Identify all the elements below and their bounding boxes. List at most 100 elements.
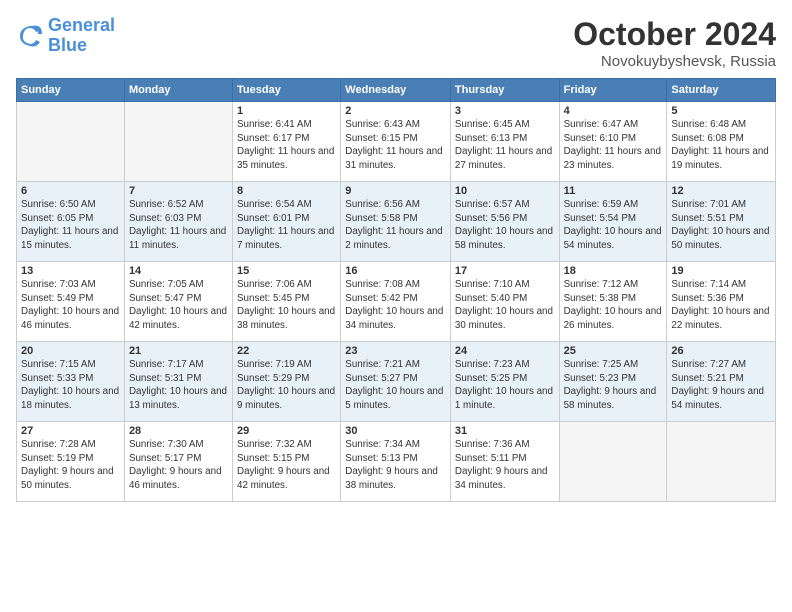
table-row: 20Sunrise: 7:15 AM Sunset: 5:33 PM Dayli… <box>17 342 125 422</box>
table-row: 13Sunrise: 7:03 AM Sunset: 5:49 PM Dayli… <box>17 262 125 342</box>
day-info: Sunrise: 6:54 AM Sunset: 6:01 PM Dayligh… <box>237 198 336 253</box>
calendar-week-row: 27Sunrise: 7:28 AM Sunset: 5:19 PM Dayli… <box>17 422 776 502</box>
col-monday: Monday <box>124 79 232 102</box>
table-row: 24Sunrise: 7:23 AM Sunset: 5:25 PM Dayli… <box>450 342 559 422</box>
col-saturday: Saturday <box>667 79 776 102</box>
calendar-week-row: 13Sunrise: 7:03 AM Sunset: 5:49 PM Dayli… <box>17 262 776 342</box>
day-info: Sunrise: 6:57 AM Sunset: 5:56 PM Dayligh… <box>455 198 555 253</box>
location: Novokuybyshevsk, Russia <box>573 53 776 70</box>
day-number: 1 <box>237 105 336 117</box>
month-title: October 2024 <box>573 16 776 53</box>
table-row: 9Sunrise: 6:56 AM Sunset: 5:58 PM Daylig… <box>341 182 451 262</box>
table-row: 22Sunrise: 7:19 AM Sunset: 5:29 PM Dayli… <box>233 342 341 422</box>
col-tuesday: Tuesday <box>233 79 341 102</box>
day-info: Sunrise: 7:06 AM Sunset: 5:45 PM Dayligh… <box>237 278 336 333</box>
day-info: Sunrise: 7:23 AM Sunset: 5:25 PM Dayligh… <box>455 358 555 413</box>
table-row: 17Sunrise: 7:10 AM Sunset: 5:40 PM Dayli… <box>450 262 559 342</box>
table-row: 5Sunrise: 6:48 AM Sunset: 6:08 PM Daylig… <box>667 102 776 182</box>
day-info: Sunrise: 6:50 AM Sunset: 6:05 PM Dayligh… <box>21 198 120 253</box>
table-row: 16Sunrise: 7:08 AM Sunset: 5:42 PM Dayli… <box>341 262 451 342</box>
table-row: 27Sunrise: 7:28 AM Sunset: 5:19 PM Dayli… <box>17 422 125 502</box>
day-info: Sunrise: 6:45 AM Sunset: 6:13 PM Dayligh… <box>455 118 555 173</box>
logo: General Blue <box>16 16 115 56</box>
table-row: 26Sunrise: 7:27 AM Sunset: 5:21 PM Dayli… <box>667 342 776 422</box>
day-number: 19 <box>671 265 771 277</box>
day-number: 15 <box>237 265 336 277</box>
day-number: 30 <box>345 425 446 437</box>
col-thursday: Thursday <box>450 79 559 102</box>
table-row <box>124 102 232 182</box>
day-number: 21 <box>129 345 228 357</box>
day-number: 23 <box>345 345 446 357</box>
day-number: 13 <box>21 265 120 277</box>
col-wednesday: Wednesday <box>341 79 451 102</box>
day-number: 27 <box>21 425 120 437</box>
day-info: Sunrise: 6:43 AM Sunset: 6:15 PM Dayligh… <box>345 118 446 173</box>
day-info: Sunrise: 7:15 AM Sunset: 5:33 PM Dayligh… <box>21 358 120 413</box>
day-number: 26 <box>671 345 771 357</box>
calendar-week-row: 6Sunrise: 6:50 AM Sunset: 6:05 PM Daylig… <box>17 182 776 262</box>
day-number: 25 <box>564 345 663 357</box>
day-number: 8 <box>237 185 336 197</box>
table-row: 12Sunrise: 7:01 AM Sunset: 5:51 PM Dayli… <box>667 182 776 262</box>
table-row: 6Sunrise: 6:50 AM Sunset: 6:05 PM Daylig… <box>17 182 125 262</box>
day-info: Sunrise: 7:30 AM Sunset: 5:17 PM Dayligh… <box>129 438 228 493</box>
day-number: 11 <box>564 185 663 197</box>
table-row: 1Sunrise: 6:41 AM Sunset: 6:17 PM Daylig… <box>233 102 341 182</box>
day-info: Sunrise: 7:10 AM Sunset: 5:40 PM Dayligh… <box>455 278 555 333</box>
day-number: 20 <box>21 345 120 357</box>
table-row <box>559 422 667 502</box>
day-info: Sunrise: 7:14 AM Sunset: 5:36 PM Dayligh… <box>671 278 771 333</box>
day-number: 5 <box>671 105 771 117</box>
day-info: Sunrise: 6:59 AM Sunset: 5:54 PM Dayligh… <box>564 198 663 253</box>
calendar-week-row: 20Sunrise: 7:15 AM Sunset: 5:33 PM Dayli… <box>17 342 776 422</box>
day-number: 7 <box>129 185 228 197</box>
day-number: 3 <box>455 105 555 117</box>
day-info: Sunrise: 7:36 AM Sunset: 5:11 PM Dayligh… <box>455 438 555 493</box>
day-info: Sunrise: 7:28 AM Sunset: 5:19 PM Dayligh… <box>21 438 120 493</box>
day-info: Sunrise: 6:41 AM Sunset: 6:17 PM Dayligh… <box>237 118 336 173</box>
day-info: Sunrise: 7:19 AM Sunset: 5:29 PM Dayligh… <box>237 358 336 413</box>
table-row: 2Sunrise: 6:43 AM Sunset: 6:15 PM Daylig… <box>341 102 451 182</box>
day-number: 6 <box>21 185 120 197</box>
day-number: 16 <box>345 265 446 277</box>
day-info: Sunrise: 7:05 AM Sunset: 5:47 PM Dayligh… <box>129 278 228 333</box>
day-number: 31 <box>455 425 555 437</box>
day-info: Sunrise: 7:08 AM Sunset: 5:42 PM Dayligh… <box>345 278 446 333</box>
day-number: 14 <box>129 265 228 277</box>
day-number: 9 <box>345 185 446 197</box>
day-info: Sunrise: 6:52 AM Sunset: 6:03 PM Dayligh… <box>129 198 228 253</box>
table-row: 28Sunrise: 7:30 AM Sunset: 5:17 PM Dayli… <box>124 422 232 502</box>
day-number: 17 <box>455 265 555 277</box>
table-row: 19Sunrise: 7:14 AM Sunset: 5:36 PM Dayli… <box>667 262 776 342</box>
table-row <box>17 102 125 182</box>
day-info: Sunrise: 6:47 AM Sunset: 6:10 PM Dayligh… <box>564 118 663 173</box>
day-info: Sunrise: 7:17 AM Sunset: 5:31 PM Dayligh… <box>129 358 228 413</box>
table-row: 31Sunrise: 7:36 AM Sunset: 5:11 PM Dayli… <box>450 422 559 502</box>
day-info: Sunrise: 6:48 AM Sunset: 6:08 PM Dayligh… <box>671 118 771 173</box>
day-number: 4 <box>564 105 663 117</box>
col-sunday: Sunday <box>17 79 125 102</box>
day-number: 10 <box>455 185 555 197</box>
table-row: 10Sunrise: 6:57 AM Sunset: 5:56 PM Dayli… <box>450 182 559 262</box>
day-info: Sunrise: 7:34 AM Sunset: 5:13 PM Dayligh… <box>345 438 446 493</box>
table-row: 8Sunrise: 6:54 AM Sunset: 6:01 PM Daylig… <box>233 182 341 262</box>
table-row: 25Sunrise: 7:25 AM Sunset: 5:23 PM Dayli… <box>559 342 667 422</box>
calendar-header-row: Sunday Monday Tuesday Wednesday Thursday… <box>17 79 776 102</box>
table-row: 15Sunrise: 7:06 AM Sunset: 5:45 PM Dayli… <box>233 262 341 342</box>
logo-text: General Blue <box>48 16 115 56</box>
day-number: 2 <box>345 105 446 117</box>
day-info: Sunrise: 7:03 AM Sunset: 5:49 PM Dayligh… <box>21 278 120 333</box>
day-number: 29 <box>237 425 336 437</box>
day-number: 22 <box>237 345 336 357</box>
day-number: 12 <box>671 185 771 197</box>
day-info: Sunrise: 7:27 AM Sunset: 5:21 PM Dayligh… <box>671 358 771 413</box>
table-row: 23Sunrise: 7:21 AM Sunset: 5:27 PM Dayli… <box>341 342 451 422</box>
table-row: 30Sunrise: 7:34 AM Sunset: 5:13 PM Dayli… <box>341 422 451 502</box>
table-row <box>667 422 776 502</box>
table-row: 21Sunrise: 7:17 AM Sunset: 5:31 PM Dayli… <box>124 342 232 422</box>
day-info: Sunrise: 7:01 AM Sunset: 5:51 PM Dayligh… <box>671 198 771 253</box>
header: General Blue October 2024 Novokuybyshevs… <box>16 16 776 70</box>
table-row: 29Sunrise: 7:32 AM Sunset: 5:15 PM Dayli… <box>233 422 341 502</box>
table-row: 7Sunrise: 6:52 AM Sunset: 6:03 PM Daylig… <box>124 182 232 262</box>
